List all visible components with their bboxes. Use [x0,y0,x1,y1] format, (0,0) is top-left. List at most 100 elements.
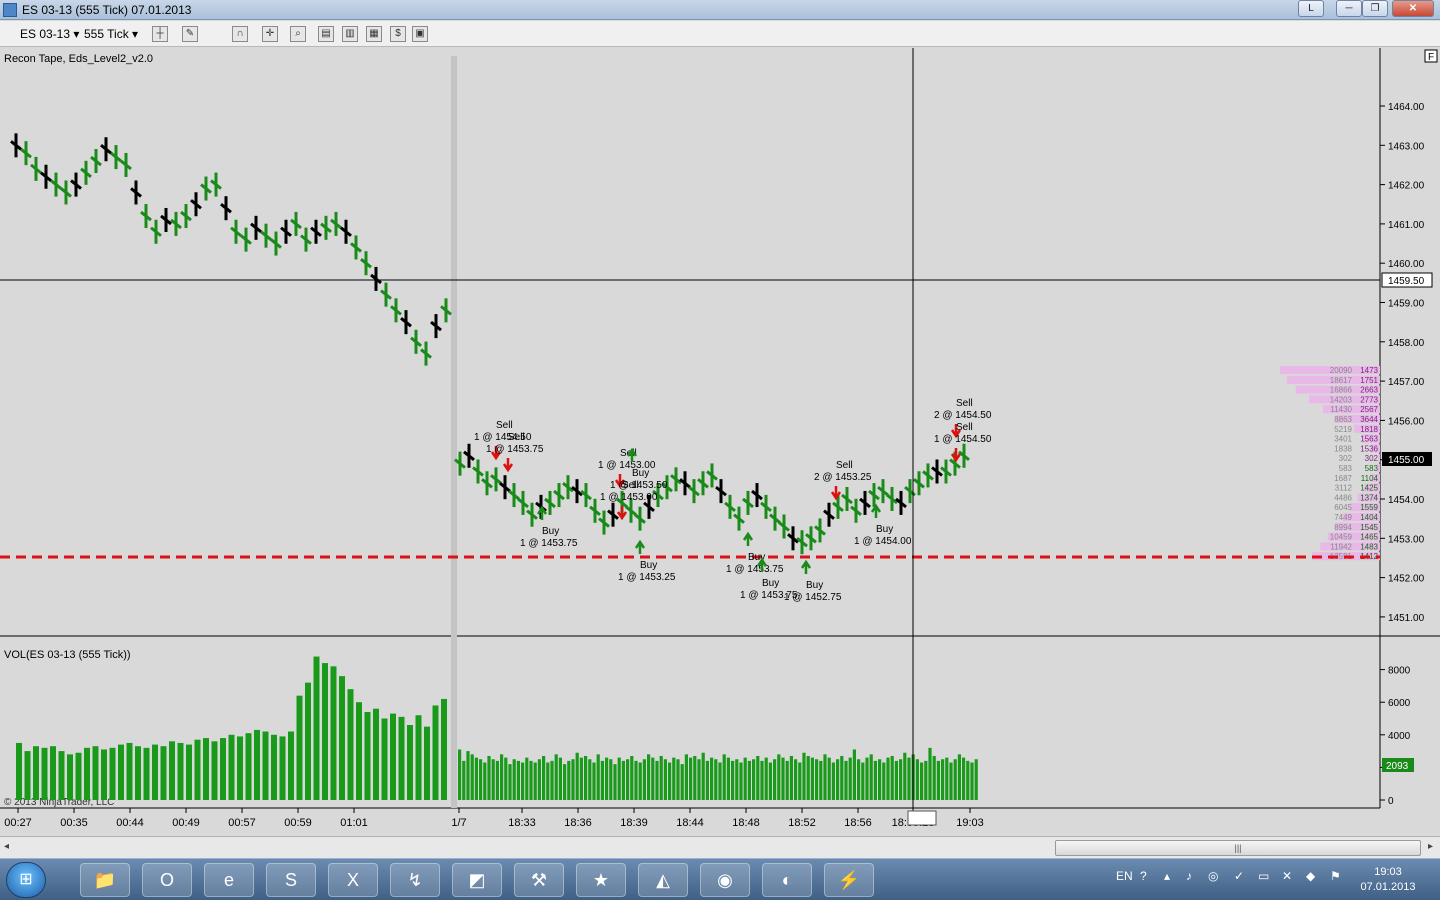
trade-price-label: 1 @ 1453.25 [618,572,676,583]
wolf-icon[interactable]: ◭ [638,863,688,897]
depth-ask-size: 583 [1365,464,1379,473]
volume-bar [844,760,848,800]
volume-bar [462,760,466,800]
volume-bar [554,754,558,800]
volume-bar [546,762,550,800]
volume-bar [588,759,592,800]
tray-app-icon-4[interactable]: ◆ [1306,869,1315,883]
trade-side-label: Buy [876,524,893,535]
folder-icon[interactable]: 📁 [80,863,130,897]
depth-bid-size: 8994 [1334,523,1352,532]
trade-price-label: 1 @ 1453.50 [610,480,668,491]
tray-expand-icon[interactable]: ▴ [1164,869,1170,883]
depth-bid-size: 583 [1339,464,1353,473]
volume-bar [819,760,823,800]
depth-bid-size: 1687 [1334,474,1352,483]
volume-bar [760,760,764,800]
dollar-icon[interactable]: $ [390,26,406,42]
volume-bar [957,754,961,800]
close-button[interactable]: ✕ [1392,0,1434,17]
chart-area[interactable]: Recon Tape, Eds_Level2_v2.0 VOL(ES 03-13… [0,48,1440,836]
volume-bar [487,755,491,800]
magnet-icon[interactable]: ∩ [232,26,248,42]
language-indicator[interactable]: EN [1116,869,1133,883]
zoom-icon[interactable]: ⌕ [290,26,306,42]
depth-ask-size: 1818 [1360,425,1378,434]
volume-bar [288,731,294,800]
depth-bid-size: 4486 [1334,493,1352,502]
maximize-button[interactable]: ❐ [1362,0,1388,17]
ninjatrader-icon[interactable]: ↯ [390,863,440,897]
instrument-selector[interactable]: ES 03-13 ▾ [20,25,79,43]
volume-bar [693,755,697,800]
volume-bar [512,759,516,800]
pencil-icon[interactable]: ✎ [182,26,198,42]
language-button[interactable]: L [1298,0,1324,17]
system-clock[interactable]: 19:03 07.01.2013 [1358,865,1418,895]
volume-bar [313,656,320,800]
depth-bid-size: 6045 [1334,503,1352,512]
indicator-icon[interactable]: ▥ [342,26,358,42]
data-box-icon[interactable]: ▣ [412,26,428,42]
flag-icon[interactable]: ⚑ [1330,869,1341,883]
volume-bar [701,752,705,800]
depth-ask-size: 1559 [1360,503,1378,512]
help-icon[interactable]: ? [1140,869,1147,883]
trade-side-label: Sell [836,460,853,471]
tray-app-icon[interactable]: ✓ [1234,869,1244,883]
bar-type-icon[interactable]: ┼ [152,26,168,42]
start-button[interactable]: ⊞ [6,862,46,898]
volume-bar [924,760,928,800]
volume-bar [882,762,886,800]
scroll-right-arrow[interactable]: ▸ [1428,841,1433,852]
torch-icon[interactable]: ⚡ [824,863,874,897]
volume-bar [684,754,688,800]
x-icon[interactable]: X [328,863,378,897]
time-tick-label: 1/7 [451,817,466,829]
interval-selector[interactable]: 555 Tick ▾ [84,25,138,43]
scroll-left-arrow[interactable]: ◂ [4,841,9,852]
depth-ask-size: 2663 [1360,386,1378,395]
tank-icon[interactable]: ◉ [700,863,750,897]
horizontal-scrollbar[interactable]: ◂ ||| ▸ [0,836,1440,858]
volume-bar [659,755,663,800]
chart-properties-icon[interactable]: ▦ [366,26,382,42]
volume-bar [802,752,806,800]
volume-bar [848,757,852,800]
office-icon[interactable]: ◩ [452,863,502,897]
time-tick-label: 00:57 [228,817,256,829]
strategy-icon[interactable]: ▤ [318,26,334,42]
skype-icon[interactable]: S [266,863,316,897]
price-pane [0,48,1380,636]
volume-bar [873,760,877,800]
volume-bar [186,744,192,800]
chart-svg[interactable]: Recon Tape, Eds_Level2_v2.0 VOL(ES 03-13… [0,48,1440,836]
trade-side-label: Sell [508,432,525,443]
tool-icon[interactable]: ⚒ [514,863,564,897]
volume-bar [903,752,907,800]
volume-bar [177,742,184,800]
opera-icon[interactable]: O [142,863,192,897]
volume-bar [390,713,396,800]
crosshair-icon[interactable]: ✛ [262,26,278,42]
f-box-label: F [1428,52,1434,63]
volume-icon[interactable]: ♪ [1186,869,1192,883]
tray-app-icon-2[interactable]: ▭ [1258,869,1269,883]
last-volume: 2093 [1386,761,1409,772]
minimize-button[interactable]: ─ [1336,0,1362,17]
price-tick-label: 1463.00 [1388,141,1425,152]
tray-app-icon-3[interactable]: ✕ [1282,869,1292,883]
star-icon[interactable]: ★ [576,863,626,897]
network-icon[interactable]: ◎ [1208,869,1218,883]
time-tick-label: 18:56 [844,817,872,829]
volume-bar [605,757,609,800]
depth-bid-size: 1838 [1334,444,1352,453]
volume-bar [953,759,957,800]
volume-bar [160,746,167,800]
ie-icon[interactable]: e [204,863,254,897]
scrollbar-thumb[interactable]: ||| [1055,840,1421,856]
volume-bar [899,759,903,800]
volume-bar [920,762,924,800]
volume-bar [794,759,798,800]
media-icon[interactable]: ◐ [762,863,812,897]
